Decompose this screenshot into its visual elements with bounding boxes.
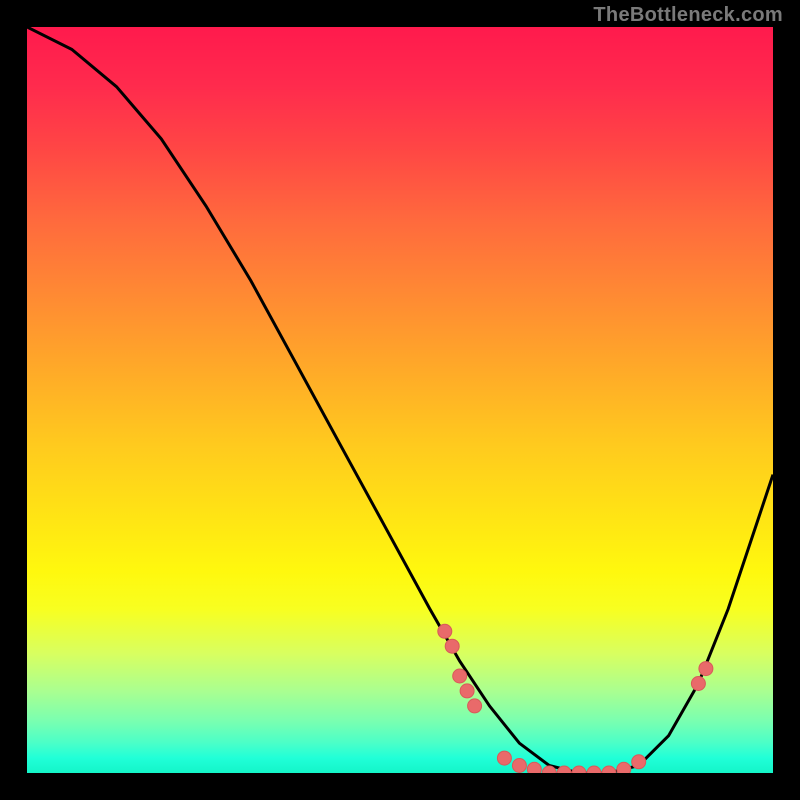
data-marker	[602, 766, 616, 773]
data-marker	[468, 699, 482, 713]
data-marker	[572, 766, 586, 773]
data-marker	[512, 759, 526, 773]
data-marker	[453, 669, 467, 683]
data-marker	[460, 684, 474, 698]
data-marker	[497, 751, 511, 765]
data-marker	[587, 766, 601, 773]
data-marker	[617, 762, 631, 773]
chart-svg	[27, 27, 773, 773]
marker-group	[438, 624, 713, 773]
watermark-text: TheBottleneck.com	[593, 4, 783, 27]
data-marker	[632, 755, 646, 769]
bottleneck-curve	[27, 27, 773, 773]
chart-frame	[17, 17, 783, 783]
data-marker	[691, 677, 705, 691]
data-marker	[699, 662, 713, 676]
data-marker	[527, 762, 541, 773]
data-marker	[438, 624, 452, 638]
data-marker	[445, 639, 459, 653]
